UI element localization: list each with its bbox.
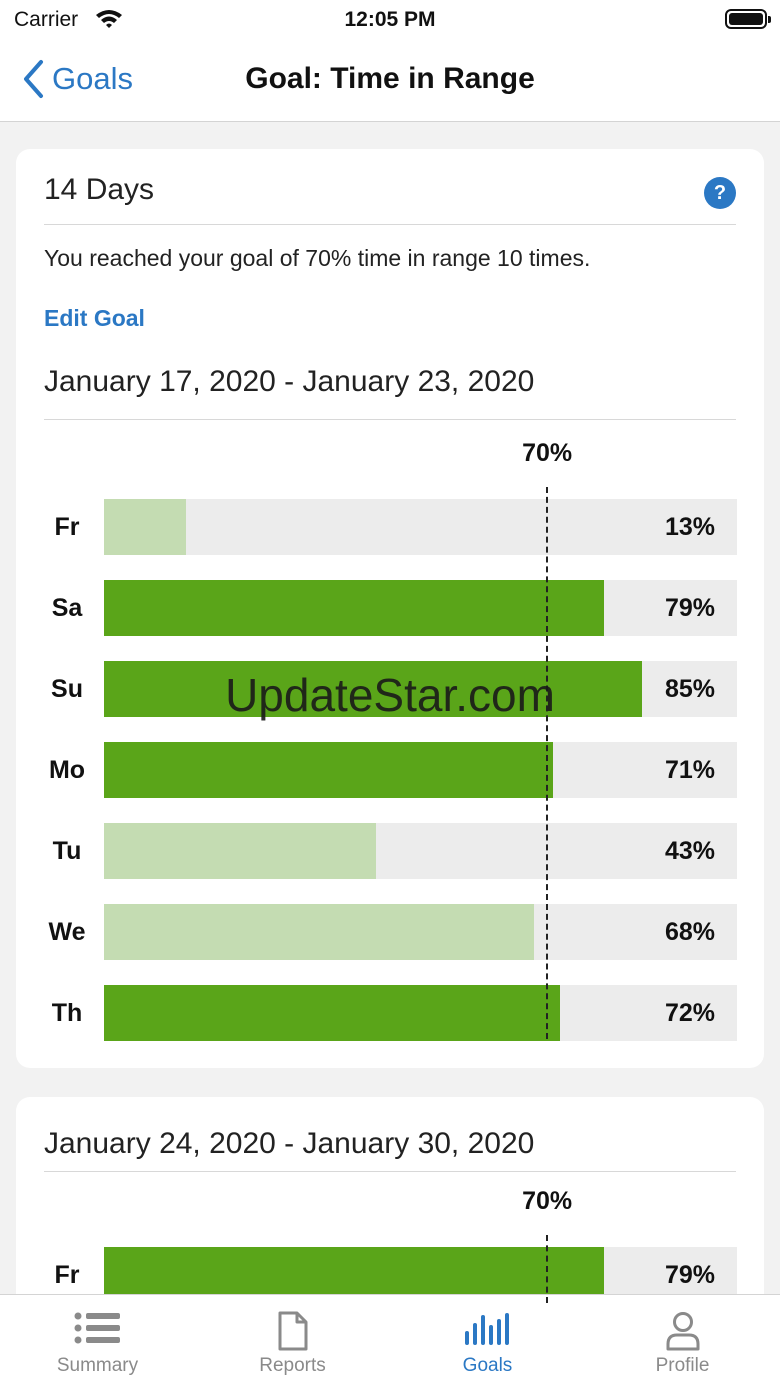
person-icon xyxy=(666,1312,699,1351)
bar-track: 13% xyxy=(104,499,737,555)
bar-track: 79% xyxy=(104,580,737,636)
help-icon[interactable]: ? xyxy=(704,177,736,209)
day-label: Fr xyxy=(54,513,80,541)
goal-threshold-label: 70% xyxy=(522,439,573,467)
page-title: Goal: Time in Range xyxy=(245,62,535,95)
bar-track: 72% xyxy=(104,985,737,1041)
tab-profile[interactable]: Profile xyxy=(585,1295,780,1387)
status-bar: Carrier 12:05 PM xyxy=(0,0,780,40)
edit-goal-link[interactable]: Edit Goal xyxy=(44,305,145,332)
bar-value-label: 43% xyxy=(664,837,715,865)
tab-summary[interactable]: Summary xyxy=(0,1295,195,1387)
day-bar-row: Sa 79% xyxy=(16,580,764,636)
status-time: 12:05 PM xyxy=(344,8,436,31)
bar-chart-icon xyxy=(464,1313,509,1345)
time-in-range-bar xyxy=(104,499,187,555)
goal-threshold-line xyxy=(546,487,549,1039)
document-icon xyxy=(278,1311,307,1351)
list-icon xyxy=(74,1312,120,1344)
week-range-title: January 17, 2020 - January 23, 2020 xyxy=(44,365,736,420)
time-in-range-bar xyxy=(104,985,560,1041)
time-in-range-bar xyxy=(104,904,535,960)
period-label: 14 Days xyxy=(44,173,155,206)
bar-value-label: 79% xyxy=(664,1261,715,1289)
navigation-bar: Goals Goal: Time in Range xyxy=(0,40,780,122)
tab-label: Profile xyxy=(655,1355,710,1376)
bar-value-label: 68% xyxy=(664,918,715,946)
day-bar-row: Fr 13% xyxy=(16,499,764,555)
goal-threshold-line xyxy=(546,1235,549,1303)
bar-track: 68% xyxy=(104,904,737,960)
day-bar-row: We 68% xyxy=(16,904,764,960)
bar-value-label: 72% xyxy=(664,999,715,1027)
day-bar-row: Tu 43% xyxy=(16,823,764,879)
day-bar-row: Th 72% xyxy=(16,985,764,1041)
day-label: We xyxy=(48,918,86,946)
tab-goals[interactable]: Goals xyxy=(390,1295,585,1387)
tab-label: Goals xyxy=(462,1355,513,1376)
tab-reports[interactable]: Reports xyxy=(195,1295,390,1387)
battery-icon xyxy=(725,9,771,29)
time-in-range-bar xyxy=(104,580,605,636)
bar-track: 85% xyxy=(104,661,737,717)
bar-value-label: 85% xyxy=(664,675,715,703)
time-in-range-bar xyxy=(104,661,643,717)
day-label: Mo xyxy=(48,756,86,784)
day-label: Sa xyxy=(51,594,83,622)
bar-track: 71% xyxy=(104,742,737,798)
tab-label: Summary xyxy=(56,1355,139,1376)
week-bar-chart: 70% Fr 13% Sa 79% Su 85% Mo 71% Tu 43% We 68% Th 72% xyxy=(16,439,764,1041)
tab-bar: Summary Reports Goals Profile xyxy=(0,1294,780,1387)
card-header: 14 Days ? xyxy=(44,173,736,225)
week-card: January 24, 2020 - January 30, 2020 70% F… xyxy=(16,1097,764,1327)
bar-track: 43% xyxy=(104,823,737,879)
goal-summary-text: You reached your goal of 70% time in ran… xyxy=(44,245,591,271)
day-label: Th xyxy=(51,999,83,1027)
day-bar-row: Su 85% xyxy=(16,661,764,717)
tab-label: Reports xyxy=(259,1355,326,1376)
day-label: Su xyxy=(51,675,83,703)
day-label: Tu xyxy=(52,837,82,865)
week-range-title: January 24, 2020 - January 30, 2020 xyxy=(44,1127,736,1172)
time-in-range-bar xyxy=(104,742,554,798)
goal-summary-card: 14 Days ? You reached your goal of 70% t… xyxy=(16,149,764,1068)
goal-threshold-label: 70% xyxy=(522,1187,573,1215)
bar-value-label: 13% xyxy=(664,513,715,541)
day-bar-row: Mo 71% xyxy=(16,742,764,798)
bar-value-label: 79% xyxy=(664,594,715,622)
time-in-range-bar xyxy=(104,823,377,879)
bar-value-label: 71% xyxy=(664,756,715,784)
